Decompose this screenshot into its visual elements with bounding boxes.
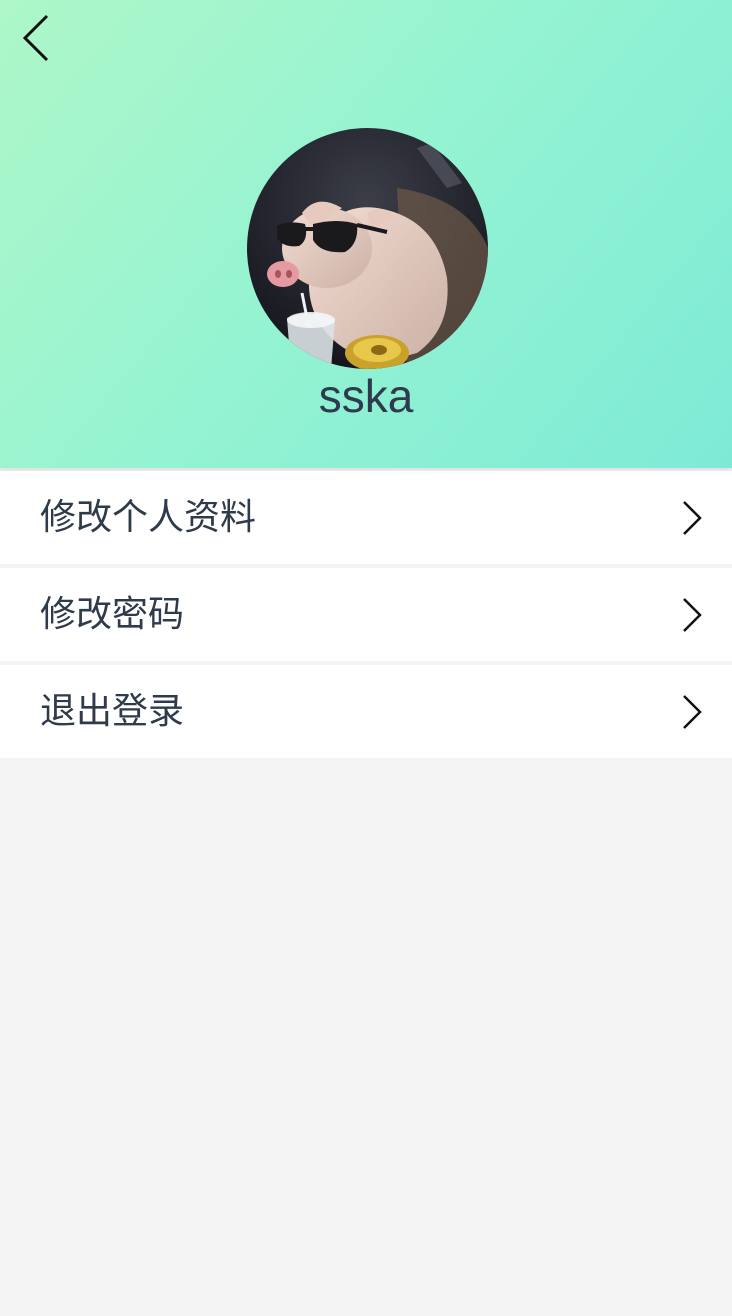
username: sska (318, 370, 414, 422)
menu-item-logout[interactable]: 退出登录 (0, 665, 732, 758)
chevron-right-icon (680, 500, 704, 536)
menu-item-label: 修改个人资料 (40, 497, 257, 538)
menu-item-label: 退出登录 (40, 691, 185, 732)
chevron-right-icon (680, 597, 704, 633)
back-button[interactable] (14, 12, 58, 66)
chevron-left-icon (22, 14, 49, 62)
settings-menu: 修改个人资料 修改密码 退出登录 (0, 471, 732, 762)
menu-item-label: 修改密码 (40, 594, 185, 635)
pig-with-sunglasses-photo (247, 128, 488, 369)
avatar[interactable] (247, 128, 488, 369)
profile-header: sska (0, 0, 732, 468)
menu-item-edit-profile[interactable]: 修改个人资料 (0, 471, 732, 564)
chevron-right-icon (680, 694, 704, 730)
menu-item-change-password[interactable]: 修改密码 (0, 568, 732, 661)
